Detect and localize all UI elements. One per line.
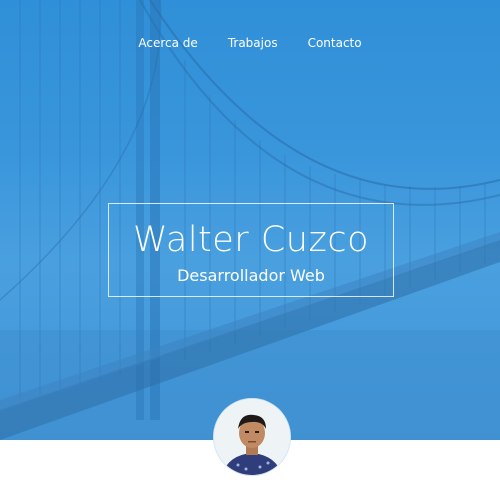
nav-item-trabajos[interactable]: Trabajos [228,36,278,50]
nav-item-acerca-de[interactable]: Acerca de [138,36,197,50]
main-nav: Acerca de Trabajos Contacto [0,36,500,50]
name-box: Walter Cuzco Desarrollador Web [108,203,394,297]
person-name: Walter Cuzco [133,220,369,260]
nav-item-contacto[interactable]: Contacto [308,36,362,50]
person-role: Desarrollador Web [177,266,325,285]
avatar [214,399,290,475]
hero-section: Acerca de Trabajos Contacto Walter Cuzco… [0,0,500,440]
profile-photo-icon [214,399,290,475]
